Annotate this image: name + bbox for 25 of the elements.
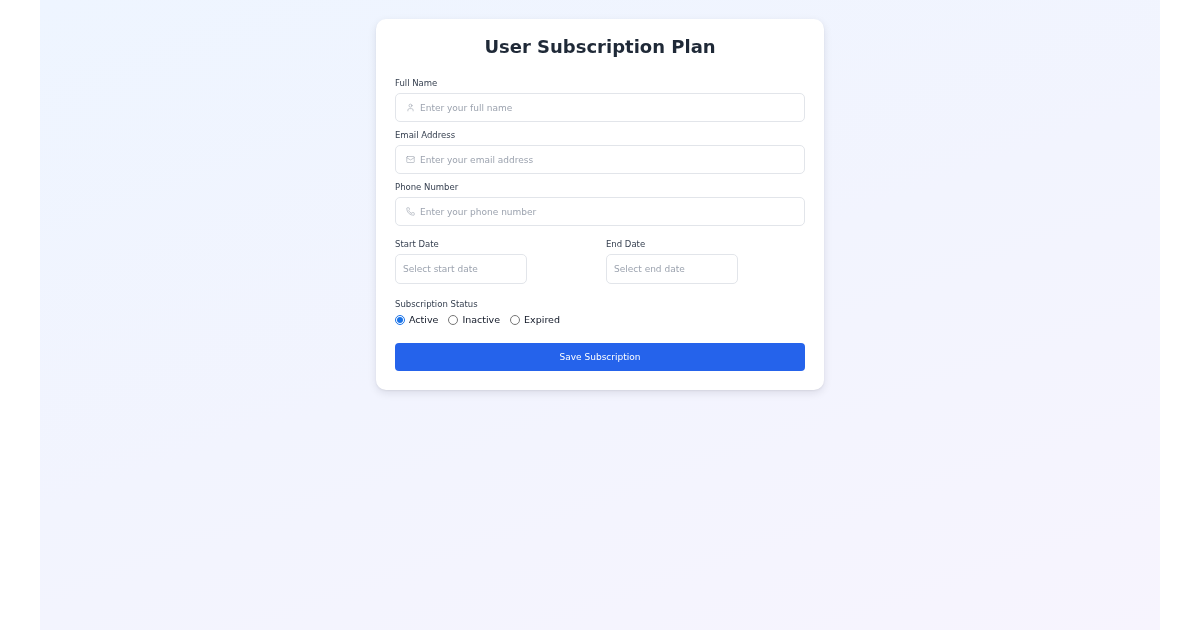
date-input-field[interactable]: Select end date [606, 254, 738, 284]
radio-label: Inactive [462, 313, 501, 327]
radio-option[interactable]: Active [395, 313, 439, 327]
field-label: Subscription Status [395, 298, 478, 310]
radio-icon[interactable] [395, 315, 405, 325]
radio-label: Expired [524, 313, 560, 327]
date-input-field[interactable]: Select start date [395, 254, 527, 284]
radio-option[interactable]: Expired [510, 313, 560, 327]
field-label: Email Address [395, 129, 456, 141]
save-button[interactable]: Save Subscription [395, 343, 805, 371]
input-field[interactable]: Enter your phone number [395, 197, 805, 226]
field-label: Phone Number [395, 181, 459, 193]
phone-icon [406, 207, 415, 216]
form-title: User Subscription Plan [484, 35, 716, 59]
mail-icon [406, 155, 415, 164]
field-label: Full Name [395, 77, 438, 89]
radio-icon[interactable] [448, 315, 459, 325]
radio-option[interactable]: Inactive [448, 313, 501, 327]
radio-label: Active [409, 313, 439, 327]
field-label: Start Date [395, 238, 439, 250]
field-label: End Date [606, 238, 646, 250]
input-field[interactable]: Enter your email address [395, 145, 805, 174]
user-icon [406, 103, 415, 112]
input-field[interactable]: Enter your full name [395, 93, 805, 122]
radio-icon[interactable] [510, 315, 521, 325]
